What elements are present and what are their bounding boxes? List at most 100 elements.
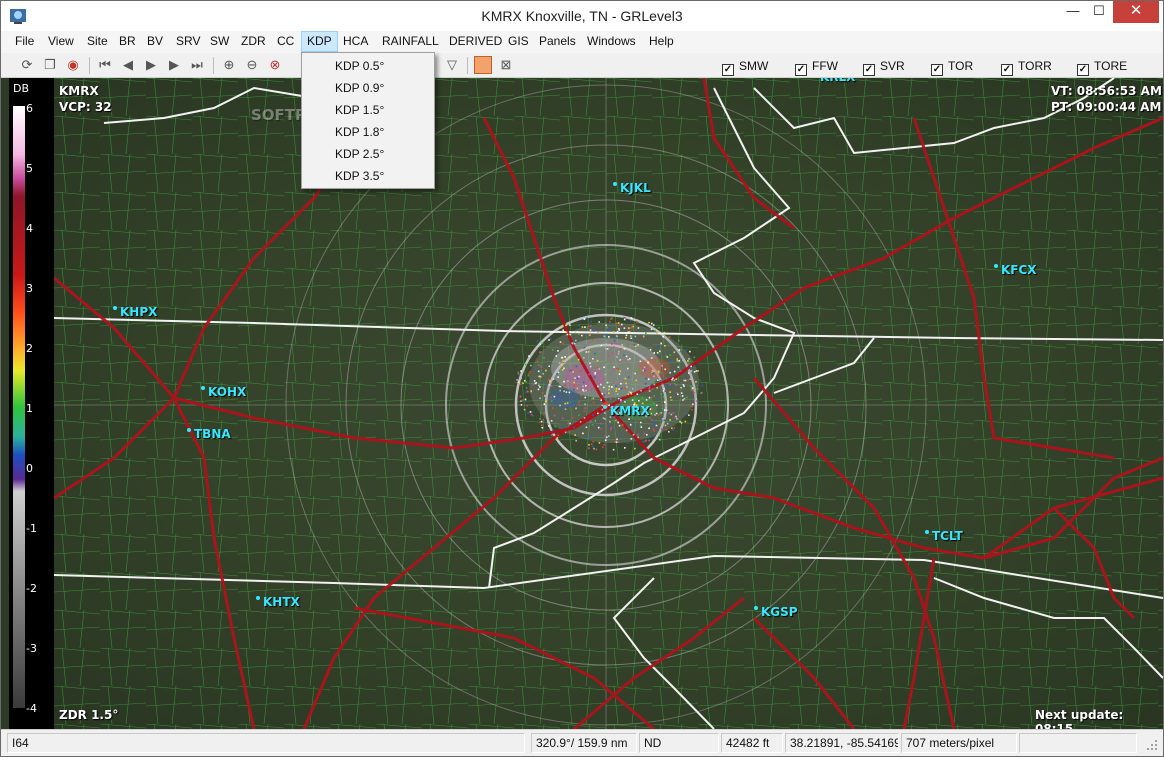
legend-color-bar xyxy=(13,106,25,708)
legend-tick: 5 xyxy=(26,162,33,175)
kdp-dropdown-menu: KDP 0.5° KDP 0.9° KDP 1.5° KDP 1.8° KDP … xyxy=(301,52,435,189)
legend-tick: 0 xyxy=(26,462,33,475)
radar-map[interactable]: DB 6 5 4 3 2 1 0 -1 -2 -3 -4 KMRX VCP: 3… xyxy=(1,78,1163,729)
station-label[interactable]: KOHX xyxy=(201,385,246,399)
menu-srv[interactable]: SRV xyxy=(171,31,205,52)
status-altitude: 42482 ft xyxy=(721,733,783,753)
filter-icon[interactable]: ▽ xyxy=(443,56,461,74)
status-bearing-range: 320.9°/ 159.9 nm xyxy=(531,733,637,753)
station-label[interactable]: KGSP xyxy=(754,605,798,619)
station-label[interactable]: TBNA xyxy=(187,427,231,441)
menu-site[interactable]: Site xyxy=(82,31,113,52)
zoom-reset-icon[interactable]: ⊗ xyxy=(266,56,284,74)
menu-derived[interactable]: DERIVED xyxy=(444,31,507,52)
dropdown-item-kdp-2-5[interactable]: KDP 2.5° xyxy=(302,143,434,165)
overlay-product: ZDR 1.5° xyxy=(59,708,119,722)
title-bar[interactable]: KMRX Knoxville, TN - GRLevel3 — ☐ ✕ xyxy=(1,1,1163,31)
warning-toggle-torr[interactable]: ✓ TORR xyxy=(1001,58,1052,76)
menu-sw[interactable]: SW xyxy=(205,31,234,52)
legend-tick: 4 xyxy=(26,222,33,235)
overlay-vcp: VCP: 32 xyxy=(59,100,112,114)
station-dot-icon xyxy=(256,596,260,600)
menu-br[interactable]: BR xyxy=(114,31,141,52)
status-coordinates: 38.21891, -85.54169 xyxy=(785,733,899,753)
refresh-icon[interactable]: ⟳ xyxy=(18,56,36,74)
play-icon[interactable]: ▶ xyxy=(142,56,160,74)
status-road: I64 xyxy=(7,733,525,753)
warning-toggle-ffw[interactable]: ✓ FFW xyxy=(795,58,838,76)
station-dot-icon xyxy=(603,405,607,409)
copy-icon[interactable]: ❐ xyxy=(41,56,59,74)
legend-tick: -3 xyxy=(26,642,37,655)
dropdown-item-kdp-3-5[interactable]: KDP 3.5° xyxy=(302,165,434,187)
menu-gis[interactable]: GIS xyxy=(503,31,534,52)
status-empty xyxy=(1019,733,1137,753)
toolbar-separator xyxy=(467,57,468,74)
close-button[interactable]: ✕ xyxy=(1113,1,1159,23)
target-icon[interactable]: ⊠ xyxy=(497,56,515,74)
checkbox-checked-icon: ✓ xyxy=(722,64,734,76)
menu-view[interactable]: View xyxy=(43,31,79,52)
menu-file[interactable]: File xyxy=(10,31,39,52)
warning-toggle-smw[interactable]: ✓ SMW xyxy=(722,58,768,76)
menu-help[interactable]: Help xyxy=(644,31,679,52)
resize-grip-icon[interactable] xyxy=(1145,738,1159,752)
menu-cc[interactable]: CC xyxy=(272,31,299,52)
menu-bv[interactable]: BV xyxy=(142,31,168,52)
overlay-next-update: Next update: 08:15 xyxy=(1035,708,1124,729)
checkbox-checked-icon: ✓ xyxy=(795,64,807,76)
zoom-in-icon[interactable]: ⊕ xyxy=(220,56,238,74)
legend-unit: DB xyxy=(13,82,30,95)
station-label[interactable]: KJKL xyxy=(613,181,651,195)
menu-panels[interactable]: Panels xyxy=(534,31,581,52)
station-label[interactable]: KMRX xyxy=(603,404,650,418)
warning-toggle-tor[interactable]: ✓ TOR xyxy=(931,58,973,76)
legend-tick: -1 xyxy=(26,522,37,535)
station-dot-icon xyxy=(113,306,117,310)
status-bar: I64 320.9°/ 159.9 nm ND 42482 ft 38.2189… xyxy=(1,729,1163,756)
window-title: KMRX Knoxville, TN - GRLevel3 xyxy=(481,8,683,24)
menu-hca[interactable]: HCA xyxy=(338,31,373,52)
legend-tick: 3 xyxy=(26,282,33,295)
first-frame-icon[interactable]: ⏮ xyxy=(96,56,114,74)
station-label[interactable]: TCLT xyxy=(925,529,963,543)
app-window: KMRX Knoxville, TN - GRLevel3 — ☐ ✕ File… xyxy=(0,0,1164,757)
radar-icon[interactable]: ◉ xyxy=(64,56,82,74)
station-label[interactable]: KFCX xyxy=(994,263,1037,277)
dropdown-item-kdp-0-5[interactable]: KDP 0.5° xyxy=(302,55,434,77)
legend-tick: 6 xyxy=(26,102,33,115)
overlay-site: KMRX xyxy=(59,84,99,98)
menu-kdp[interactable]: KDP xyxy=(301,31,338,52)
status-scale: 707 meters/pixel xyxy=(901,733,1017,753)
station-label[interactable]: KRLX xyxy=(813,78,855,84)
menu-rainfall[interactable]: RAINFALL xyxy=(377,31,444,52)
warning-toggle-tore[interactable]: ✓ TORE xyxy=(1077,58,1127,76)
warning-toggle-svr[interactable]: ✓ SVR xyxy=(863,58,905,76)
toolbar: ⟳ ❐ ◉ ⏮ ◀ ▶ ▶ ⏭ ⊕ ⊖ ⊗ ▽ ⊠ ✓ SMW ✓ FFW ✓ SVR… xyxy=(1,53,1163,78)
menu-windows[interactable]: Windows xyxy=(582,31,641,52)
checkbox-checked-icon: ✓ xyxy=(931,64,943,76)
dropdown-item-kdp-1-8[interactable]: KDP 1.8° xyxy=(302,121,434,143)
legend-tick: 1 xyxy=(26,402,33,415)
color-legend: DB 6 5 4 3 2 1 0 -1 -2 -3 -4 xyxy=(9,78,54,729)
station-label[interactable]: KHTX xyxy=(256,595,300,609)
legend-tick: 2 xyxy=(26,342,33,355)
station-dot-icon xyxy=(201,386,205,390)
toolbar-separator xyxy=(89,57,90,74)
dropdown-item-kdp-1-5[interactable]: KDP 1.5° xyxy=(302,99,434,121)
last-frame-icon[interactable]: ⏭ xyxy=(188,56,206,74)
zoom-out-icon[interactable]: ⊖ xyxy=(243,56,261,74)
maximize-button[interactable]: ☐ xyxy=(1085,1,1113,23)
prev-frame-icon[interactable]: ◀ xyxy=(119,56,137,74)
next-frame-icon[interactable]: ▶ xyxy=(165,56,183,74)
station-dot-icon xyxy=(613,182,617,186)
legend-tick: -2 xyxy=(26,582,37,595)
minimize-button[interactable]: — xyxy=(1059,1,1087,23)
checkbox-checked-icon: ✓ xyxy=(863,64,875,76)
station-label[interactable]: KHPX xyxy=(113,305,157,319)
dropdown-item-kdp-0-9[interactable]: KDP 0.9° xyxy=(302,77,434,99)
overlay-volume-time: VT: 08:56:53 AM xyxy=(1051,84,1162,98)
station-dot-icon xyxy=(187,428,191,432)
stop-icon[interactable] xyxy=(474,56,492,74)
menu-zdr[interactable]: ZDR xyxy=(236,31,271,52)
